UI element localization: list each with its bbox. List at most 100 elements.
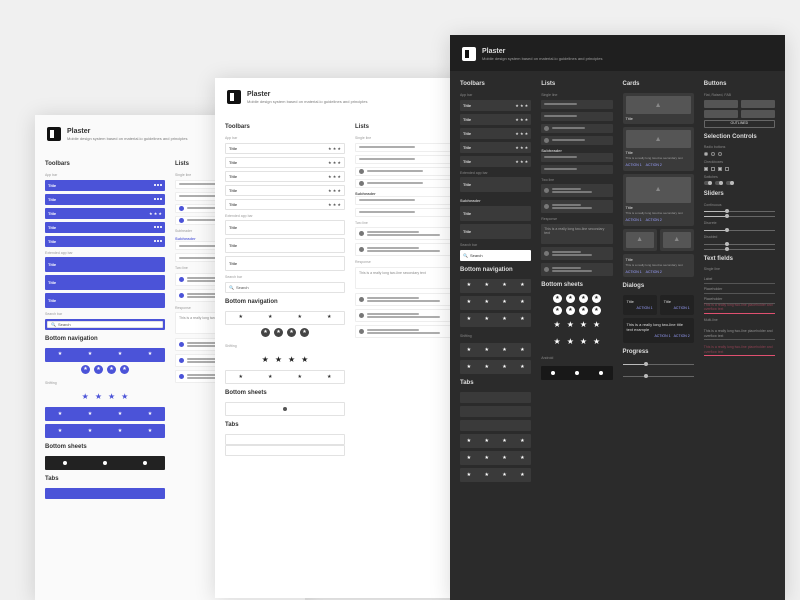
list-item[interactable] xyxy=(541,153,612,162)
text-field[interactable]: Placeholder xyxy=(704,284,775,294)
toolbar-sample[interactable]: Title★ ★ ★ xyxy=(45,208,165,219)
tabs[interactable] xyxy=(460,392,531,403)
toolbar-sample[interactable]: Title xyxy=(45,222,165,233)
list-item-2l[interactable] xyxy=(541,247,612,260)
text-field-error[interactable]: This is a really long two-line placehold… xyxy=(704,304,775,314)
search-input[interactable]: 🔍 Search xyxy=(460,250,531,261)
bottomnav[interactable] xyxy=(460,313,531,327)
search-input[interactable]: 🔍 Search xyxy=(225,282,345,293)
tabs[interactable] xyxy=(225,445,345,456)
list-item[interactable] xyxy=(541,124,612,133)
search-input[interactable]: 🔍 Search xyxy=(47,321,163,328)
toolbar-sample[interactable]: Title★ ★ ★ xyxy=(460,128,531,139)
dialog[interactable]: TitleACTION 1 xyxy=(623,295,657,315)
tabs[interactable] xyxy=(460,420,531,431)
toolbar-extended[interactable]: Title xyxy=(225,256,345,271)
tabs[interactable] xyxy=(225,434,345,445)
toolbar-extended[interactable]: Title xyxy=(460,177,531,192)
text-field[interactable]: Label xyxy=(704,274,775,284)
toolbar-extended[interactable]: Title xyxy=(225,238,345,253)
card[interactable]: Title This is a really long two-line sec… xyxy=(623,127,694,171)
dialog-action[interactable]: ACTION 1 xyxy=(654,334,670,339)
list-item[interactable] xyxy=(541,100,612,109)
list-item-2l[interactable] xyxy=(541,263,612,276)
toolbar-sample[interactable]: Title★ ★ ★ xyxy=(460,114,531,125)
toolbar-sample[interactable]: Title xyxy=(45,180,165,191)
card[interactable]: Title This is a really long two-line sec… xyxy=(623,174,694,226)
toolbar-extended[interactable]: Title xyxy=(225,220,345,235)
card-sm[interactable] xyxy=(660,229,694,251)
bottomnav[interactable] xyxy=(45,407,165,421)
sheet-handle[interactable] xyxy=(225,402,345,416)
card-action[interactable]: ACTION 2 xyxy=(646,218,662,223)
tabs-stars[interactable] xyxy=(460,434,531,448)
checkbox[interactable] xyxy=(711,167,715,171)
toolbar-sample[interactable]: Title★ ★ ★ xyxy=(225,171,345,182)
card-action[interactable]: ACTION 1 xyxy=(626,218,642,223)
dialog[interactable]: TitleACTION 1 xyxy=(660,295,694,315)
button-outlined[interactable]: OUTLINED xyxy=(704,120,775,128)
list-item[interactable] xyxy=(541,112,612,121)
button-filled[interactable] xyxy=(741,100,775,108)
tabs-stars[interactable] xyxy=(460,451,531,465)
toolbar-sample[interactable]: Title xyxy=(45,236,165,247)
sheet-actions[interactable]: ★★★★ xyxy=(541,294,612,303)
bottomnav[interactable] xyxy=(45,348,165,362)
card[interactable]: Title This is a really long two-line sec… xyxy=(623,254,694,278)
list-item[interactable] xyxy=(541,136,612,145)
toolbar-extended[interactable]: Title xyxy=(460,206,531,221)
sheet-actions[interactable]: ★★★★ xyxy=(541,306,612,315)
text-field-multi[interactable]: This is a really long two-line placehold… xyxy=(704,324,775,340)
checkbox[interactable] xyxy=(725,167,729,171)
button-filled[interactable] xyxy=(704,100,738,108)
text-field-multi-error[interactable]: This is a really long two-line placehold… xyxy=(704,340,775,356)
toolbar-sample[interactable]: Title★ ★ ★ xyxy=(225,143,345,154)
card-action[interactable]: ACTION 2 xyxy=(646,270,662,275)
toolbar-sample[interactable]: Title★ ★ ★ xyxy=(225,185,345,196)
checkbox[interactable] xyxy=(704,167,708,171)
button-filled[interactable] xyxy=(704,110,738,118)
toolbar-sample[interactable]: Title★ ★ ★ xyxy=(460,142,531,153)
switch[interactable] xyxy=(715,181,723,185)
dialog-action[interactable]: ACTION 2 xyxy=(674,334,690,339)
slider[interactable] xyxy=(704,216,775,217)
tabs-stars[interactable] xyxy=(460,468,531,482)
dialog[interactable]: This is a really long two-line title tex… xyxy=(623,318,694,343)
slider[interactable] xyxy=(704,230,775,231)
toolbar-sample[interactable]: Title xyxy=(45,194,165,205)
android-bar[interactable] xyxy=(541,366,612,380)
card-sm[interactable] xyxy=(623,229,657,251)
toolbar-extended[interactable]: Title xyxy=(45,275,165,290)
toolbar-extended[interactable]: Title xyxy=(45,293,165,308)
bottomnav[interactable] xyxy=(225,311,345,325)
toolbar-sample[interactable]: Title★ ★ ★ xyxy=(225,157,345,168)
bottomnav[interactable] xyxy=(460,279,531,293)
button-filled[interactable] xyxy=(741,110,775,118)
radio[interactable] xyxy=(704,152,708,156)
card-action[interactable]: ACTION 1 xyxy=(626,163,642,168)
fab-row[interactable]: ★★★★ xyxy=(225,328,345,337)
slider[interactable] xyxy=(704,211,775,212)
card-action[interactable]: ACTION 2 xyxy=(646,163,662,168)
android-bar[interactable] xyxy=(45,456,165,470)
bottomnav[interactable] xyxy=(45,424,165,438)
checkbox[interactable] xyxy=(718,167,722,171)
radio[interactable] xyxy=(718,152,722,156)
switch[interactable] xyxy=(726,181,734,185)
fab-row[interactable]: ★★★★ xyxy=(45,365,165,374)
tabs[interactable] xyxy=(460,406,531,417)
list-item[interactable] xyxy=(541,165,612,174)
radio[interactable] xyxy=(711,152,715,156)
switch[interactable] xyxy=(704,181,712,185)
tabs[interactable] xyxy=(45,488,165,499)
bottomnav[interactable] xyxy=(460,343,531,357)
toolbar-sample[interactable]: Title★ ★ ★ xyxy=(460,100,531,111)
bottomnav[interactable] xyxy=(460,296,531,310)
toolbar-extended[interactable]: Title xyxy=(45,257,165,272)
bottomnav[interactable] xyxy=(460,360,531,374)
toolbar-sample[interactable]: Title★ ★ ★ xyxy=(460,156,531,167)
bottomnav[interactable] xyxy=(225,370,345,384)
list-item-2l[interactable] xyxy=(541,200,612,213)
card-action[interactable]: ACTION 1 xyxy=(626,270,642,275)
list-item-2l[interactable] xyxy=(541,184,612,197)
